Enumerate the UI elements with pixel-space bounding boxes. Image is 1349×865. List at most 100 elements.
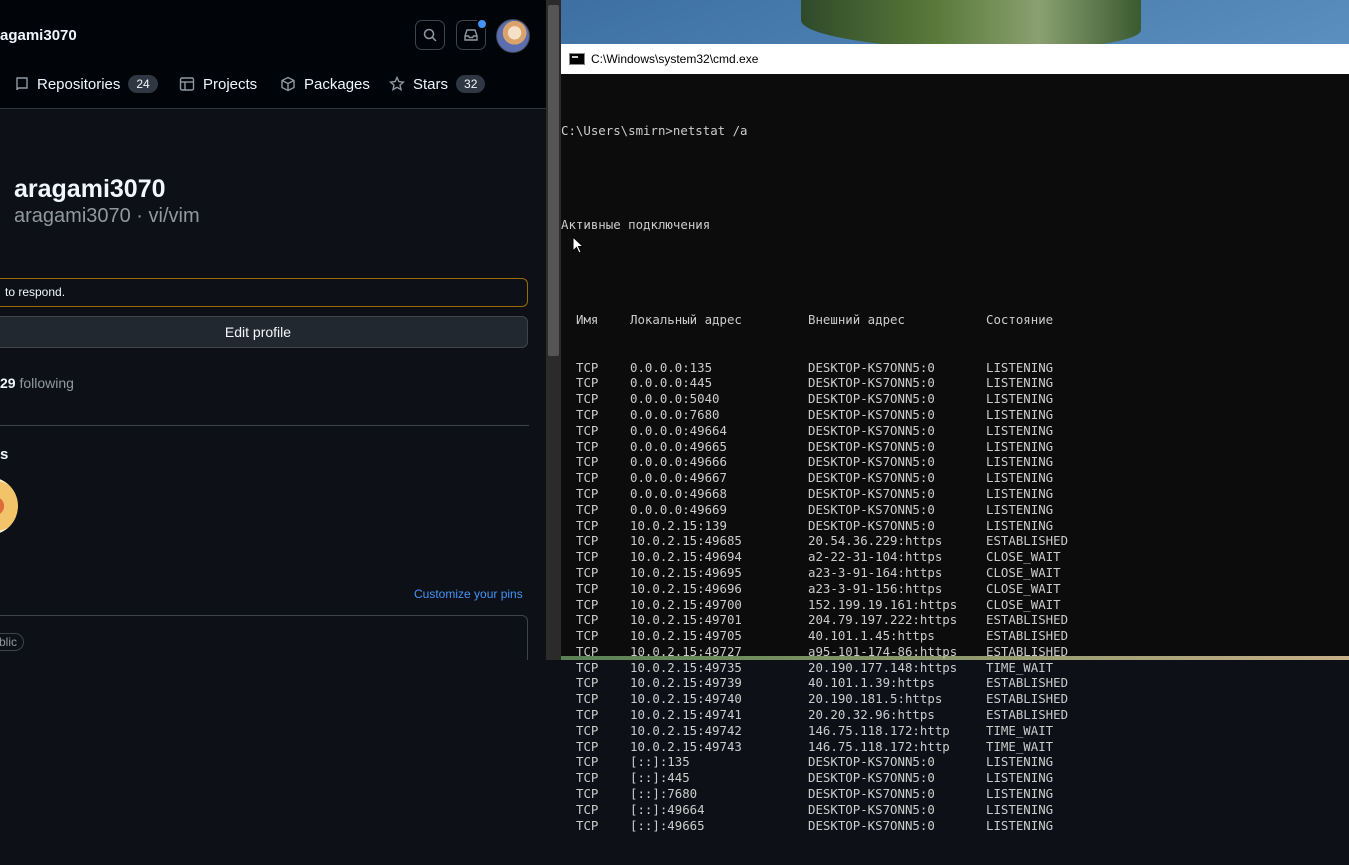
cell-local-address: 0.0.0.0:49669 <box>630 501 727 517</box>
cmd-output[interactable]: C:\Users\smirn>netstat /a Активные подкл… <box>561 74 1349 865</box>
cell-state: LISTENING <box>986 375 1054 391</box>
nav-tab-packages[interactable]: Packages <box>280 70 370 98</box>
table-row: TCP 10.0.2.15:49727 a95-101-174-86:https ES… <box>561 644 1349 660</box>
cell-foreign-address: 20.190.177.148:https <box>808 659 958 675</box>
cell-proto: TCP <box>576 722 599 738</box>
cell-proto: TCP <box>576 707 599 723</box>
cell-proto: TCP <box>576 470 599 486</box>
page-scrollbar[interactable] <box>546 0 561 660</box>
table-row: TCP 0.0.0.0:49668 DESKTOP-KS7ONN5:0 LISTENI… <box>561 486 1349 502</box>
cell-state: LISTENING <box>986 501 1054 517</box>
cell-state: LISTENING <box>986 485 1054 501</box>
cell-local-address: 0.0.0.0:5040 <box>630 391 720 407</box>
nav-tab-repositories[interactable]: Repositories 24 <box>15 70 158 98</box>
cell-foreign-address: DESKTOP-KS7ONN5:0 <box>808 754 935 770</box>
cell-proto: TCP <box>576 596 599 612</box>
search-button[interactable] <box>415 20 445 50</box>
header-proto: Имя <box>576 312 599 328</box>
cell-local-address: 10.0.2.15:49695 <box>630 564 742 580</box>
edit-profile-button[interactable]: Edit profile <box>0 316 528 348</box>
table-row: TCP 10.0.2.15:49696 a23-3-91-156:https CLOS… <box>561 581 1349 597</box>
section-heading: Активные подключения <box>561 217 711 233</box>
cell-state: LISTENING <box>986 406 1054 422</box>
star-icon <box>389 76 405 91</box>
customize-pins-link[interactable]: Customize your pins <box>414 587 523 601</box>
repo-icon <box>16 77 28 91</box>
table-row: TCP 10.0.2.15:139 DESKTOP-KS7ONN5:0 LISTENI… <box>561 518 1349 534</box>
achievement-badge[interactable] <box>0 477 18 535</box>
header-state: Состояние <box>986 312 1054 328</box>
cell-proto: TCP <box>576 801 599 817</box>
cell-foreign-address: a2-22-31-104:https <box>808 549 943 565</box>
cell-proto: TCP <box>576 659 599 675</box>
table-row: TCP 0.0.0.0:49665 DESKTOP-KS7ONN5:0 LISTENI… <box>561 439 1349 455</box>
cell-state: LISTENING <box>986 754 1054 770</box>
cell-proto: TCP <box>576 643 599 659</box>
cell-local-address: [::]:445 <box>630 770 690 786</box>
cell-local-address: 0.0.0.0:49665 <box>630 438 727 454</box>
cell-local-address: 10.0.2.15:49740 <box>630 691 742 707</box>
cell-proto: TCP <box>576 438 599 454</box>
cell-local-address: 10.0.2.15:49696 <box>630 580 742 596</box>
user-avatar[interactable] <box>496 19 530 53</box>
cell-proto: TCP <box>576 454 599 470</box>
cmd-window[interactable]: C:\Windows\system32\cmd.exe C:\Users\smi… <box>561 44 1349 833</box>
table-row: TCP 0.0.0.0:5040 DESKTOP-KS7ONN5:0 LISTENIN… <box>561 391 1349 407</box>
cell-local-address: 0.0.0.0:49668 <box>630 485 727 501</box>
cell-proto: TCP <box>576 485 599 501</box>
cell-state: CLOSE_WAIT <box>986 564 1061 580</box>
cell-proto: TCP <box>576 517 599 533</box>
cell-local-address: 10.0.2.15:49685 <box>630 533 742 549</box>
nav-label: Stars <box>413 75 449 93</box>
cell-local-address: [::]:49664 <box>630 801 705 817</box>
cell-foreign-address: 152.199.19.161:https <box>808 596 958 612</box>
table-row: TCP 0.0.0.0:49669 DESKTOP-KS7ONN5:0 LISTENI… <box>561 502 1349 518</box>
cell-foreign-address: 146.75.118.172:http <box>808 738 950 754</box>
cell-state: CLOSE_WAIT <box>986 549 1061 565</box>
cell-state: LISTENING <box>986 770 1054 786</box>
cell-state: LISTENING <box>986 422 1054 438</box>
cell-state: LISTENING <box>986 801 1054 817</box>
cell-state: LISTENING <box>986 454 1054 470</box>
cell-state: LISTENING <box>986 391 1054 407</box>
table-header: Имя Локальный адрес Внешний адрес Состоя… <box>561 312 1349 328</box>
table-icon <box>179 77 195 91</box>
cell-foreign-address: 20.20.32.96:https <box>808 707 935 723</box>
cell-foreign-address: DESKTOP-KS7ONN5:0 <box>808 770 935 786</box>
cell-proto: TCP <box>576 612 599 628</box>
cell-local-address: 10.0.2.15:49694 <box>630 549 742 565</box>
status-message[interactable]: to respond. <box>0 278 528 307</box>
profile-name: aragami3070 <box>14 175 166 203</box>
nav-counter: 24 <box>128 75 158 93</box>
cell-local-address: 10.0.2.15:49700 <box>630 596 742 612</box>
cell-state: LISTENING <box>986 817 1054 833</box>
cell-foreign-address: DESKTOP-KS7ONN5:0 <box>808 359 935 375</box>
cmd-titlebar[interactable]: C:\Windows\system32\cmd.exe <box>561 44 1349 74</box>
following-link[interactable]: 29 following <box>0 375 74 391</box>
cell-local-address: 10.0.2.15:49705 <box>630 628 742 644</box>
table-row: TCP 10.0.2.15:49742 146.75.118.172:http TIM… <box>561 723 1349 739</box>
cell-state: LISTENING <box>986 470 1054 486</box>
cell-local-address: 0.0.0.0:135 <box>630 359 713 375</box>
nav-tab-stars[interactable]: Stars 32 <box>389 70 486 98</box>
cell-foreign-address: DESKTOP-KS7ONN5:0 <box>808 801 935 817</box>
inbox-button[interactable] <box>456 18 488 50</box>
cell-foreign-address: 20.190.181.5:https <box>808 691 943 707</box>
cell-local-address: 10.0.2.15:49739 <box>630 675 742 691</box>
cell-proto: TCP <box>576 549 599 565</box>
cell-proto: TCP <box>576 359 599 375</box>
header-username[interactable]: agami3070 <box>0 27 77 44</box>
cell-proto: TCP <box>576 628 599 644</box>
nav-tab-projects[interactable]: Projects <box>179 70 257 98</box>
cell-proto: TCP <box>576 691 599 707</box>
table-row: TCP [::]:7680 DESKTOP-KS7ONN5:0 LISTENING <box>561 786 1349 802</box>
scrollbar-thumb[interactable] <box>548 5 559 356</box>
cell-proto: TCP <box>576 786 599 802</box>
cell-foreign-address: 146.75.118.172:http <box>808 722 950 738</box>
table-row: TCP [::]:49664 DESKTOP-KS7ONN5:0 LISTENING <box>561 802 1349 818</box>
pinned-repo-card[interactable] <box>0 615 528 660</box>
cell-state: TIME_WAIT <box>986 738 1054 754</box>
cell-foreign-address: a95-101-174-86:https <box>808 643 958 659</box>
